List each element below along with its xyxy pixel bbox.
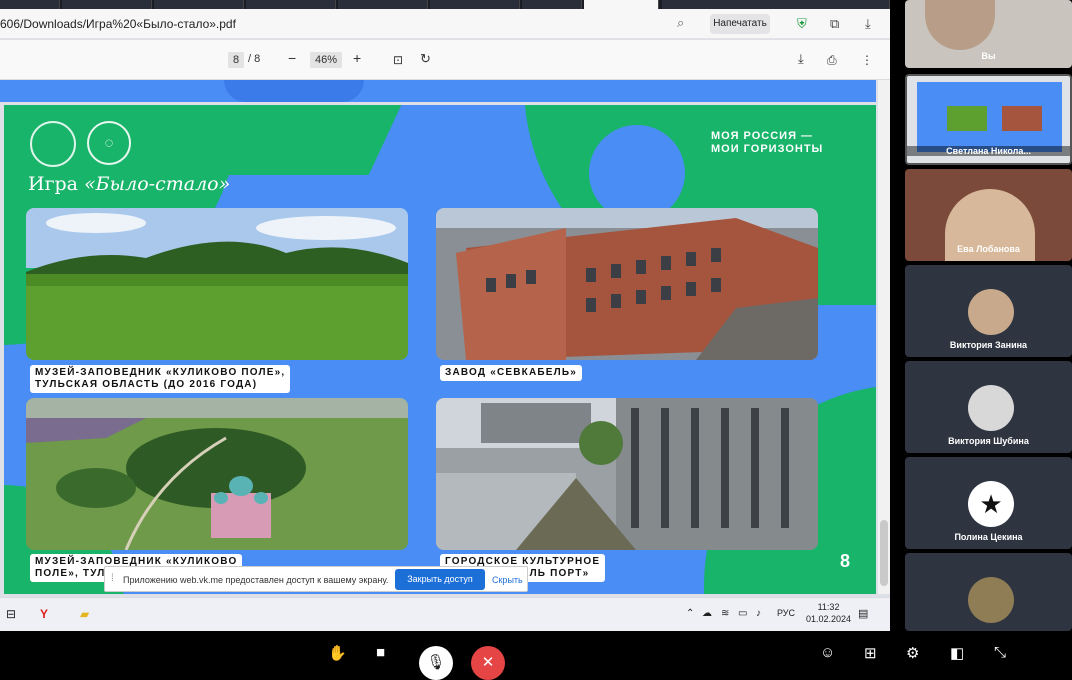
camera-icon[interactable]: ■: [376, 644, 385, 661]
tray-expand-icon[interactable]: ⌃: [686, 608, 694, 619]
task-view-icon[interactable]: ⊟: [6, 607, 16, 621]
input-language[interactable]: РУС: [777, 608, 795, 618]
stop-sharing-button[interactable]: Закрыть доступ: [395, 569, 485, 590]
screen-share: 606/Downloads/Игра%20«Было-стало».pdf ⌕ …: [0, 0, 890, 631]
page-number-input[interactable]: 8: [228, 52, 244, 68]
project-logo: ◯: [87, 121, 131, 165]
viewer-scrollbar[interactable]: [878, 80, 890, 594]
hide-notice-link[interactable]: Скрыть: [492, 575, 523, 585]
slide-page: ◯ Игра «Было-стало» МОЯ РОССИЯ — МОИ ГОР…: [4, 105, 876, 594]
rotate-icon[interactable]: ↻: [420, 51, 431, 67]
participant-tile-next[interactable]: [905, 553, 1072, 631]
save-icon[interactable]: ⤓: [798, 51, 804, 67]
zoom-in-icon[interactable]: +: [353, 50, 361, 66]
slide-slogan: МОЯ РОССИЯ — МОИ ГОРИЗОНТЫ: [711, 130, 824, 155]
print-icon[interactable]: ⎙: [827, 53, 837, 68]
photo-factory: [436, 208, 818, 360]
fullscreen-icon[interactable]: ⤡: [994, 644, 1006, 661]
zoom-out-icon[interactable]: −: [288, 50, 296, 66]
star-avatar-icon: ★: [968, 481, 1014, 527]
screen-share-notice: ⁞ Приложению web.vk.me предоставлен дост…: [104, 566, 528, 592]
slide-title: Игра «Было-стало»: [28, 173, 231, 195]
clock[interactable]: 11:32 01.02.2024: [806, 601, 851, 625]
wifi-icon[interactable]: ≋: [721, 608, 729, 619]
yandex-browser-icon[interactable]: Y: [40, 607, 48, 621]
notice-text: Приложению web.vk.me предоставлен доступ…: [123, 575, 389, 585]
previous-slide-edge: [0, 80, 876, 102]
participant-tile-eva[interactable]: Ева Лобанова: [905, 169, 1072, 261]
participant-tile-screen[interactable]: Светлана Никола...: [905, 74, 1072, 165]
photo-field: [26, 208, 408, 360]
call-controls: ✋ ■ ☺ ⊞ ⚙ ◧ ⤡: [0, 631, 1072, 678]
scrollbar-thumb[interactable]: [880, 520, 888, 586]
page-total: / 8: [248, 53, 261, 65]
participant-tile-zanina[interactable]: Виктория Занина: [905, 265, 1072, 357]
file-explorer-icon[interactable]: ▰: [80, 607, 89, 621]
shield-icon[interactable]: ⛨: [797, 16, 807, 32]
photo-kulikovo-aerial: [26, 398, 408, 550]
avatar: [968, 577, 1014, 623]
notifications-icon[interactable]: ▤: [858, 607, 868, 620]
grid-icon[interactable]: ⊞: [864, 644, 877, 662]
participant-tile-self[interactable]: Вы: [905, 0, 1072, 68]
pdf-toolbar: 8 / 8 − 46% + ⊡ ↻ ⤓ ⎙ ⋮: [0, 40, 890, 80]
fit-page-icon[interactable]: ⊡: [393, 53, 403, 67]
mic-off-icon[interactable]: 🎙: [419, 646, 453, 680]
photo-sevkabel-port: [436, 398, 818, 550]
participants-icon[interactable]: ☺: [820, 644, 835, 661]
caption-sevkabel-before: ЗАВОД «СЕВКАБЕЛЬ»: [440, 365, 583, 381]
participants-panel: Вы Светлана Никола... Ева Лобанова Викто…: [905, 0, 1072, 631]
address-bar[interactable]: 606/Downloads/Игра%20«Было-стало».pdf ⌕ …: [0, 9, 890, 39]
more-icon[interactable]: ⋮: [861, 53, 873, 67]
emblem-logo: [30, 121, 76, 167]
participant-tile-shubina[interactable]: Виктория Шубина: [905, 361, 1072, 453]
os-taskbar: ⊟ Y ▰ ⌃ ☁ ≋ ▭ ♪ РУС 11:32 01.02.2024 ▤: [0, 597, 890, 631]
battery-icon[interactable]: ▭: [738, 608, 747, 619]
caption-kulikovo-before: МУЗЕЙ-ЗАПОВЕДНИК «КУЛИКОВО ПОЛЕ», ТУЛЬСК…: [30, 365, 291, 393]
browser-tab-strip[interactable]: [0, 0, 890, 9]
download-icon[interactable]: ⤓: [865, 16, 871, 32]
pdf-viewer[interactable]: ◯ Игра «Было-стало» МОЯ РОССИЯ — МОИ ГОР…: [0, 80, 878, 594]
avatar: [968, 385, 1014, 431]
slide-page-number: 8: [840, 551, 851, 571]
drag-handle-icon[interactable]: ⁞: [111, 573, 114, 584]
cloud-icon[interactable]: ☁: [702, 608, 712, 619]
zoom-icon[interactable]: ⌕: [677, 15, 684, 31]
hangup-icon[interactable]: ✕: [471, 646, 505, 680]
zoom-level[interactable]: 46%: [310, 52, 342, 68]
avatar: [968, 289, 1014, 335]
settings-icon[interactable]: ⚙: [906, 644, 919, 662]
hand-icon[interactable]: ✋: [328, 644, 347, 662]
url-text[interactable]: 606/Downloads/Игра%20«Было-стало».pdf: [0, 17, 236, 31]
extensions-icon[interactable]: ⧉: [830, 16, 839, 32]
volume-icon[interactable]: ♪: [756, 608, 761, 619]
window-icon[interactable]: ◧: [950, 644, 964, 662]
print-button[interactable]: Напечатать: [710, 14, 770, 34]
participant-tile-tsekina[interactable]: ★ Полина Цекина: [905, 457, 1072, 549]
